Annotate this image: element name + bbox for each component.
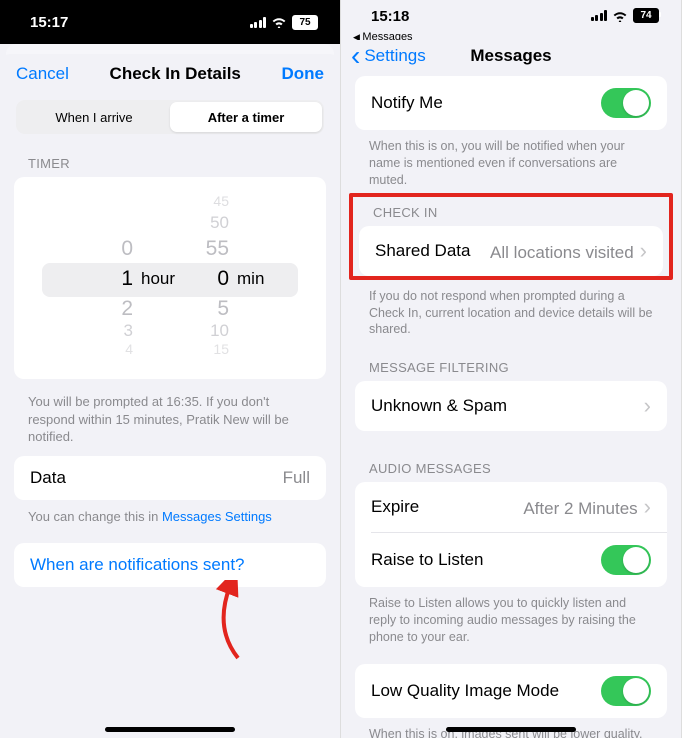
home-indicator (446, 727, 576, 732)
notify-me-toggle[interactable] (601, 88, 651, 118)
low-quality-row[interactable]: Low Quality Image Mode (355, 664, 667, 718)
content: Notify Me When this is on, you will be n… (341, 76, 681, 738)
battery-icon: 74 (633, 8, 659, 23)
low-quality-toggle[interactable] (601, 676, 651, 706)
left-phone: 15:17 75 Cancel Check In Details Done Wh… (0, 0, 341, 738)
checkin-footer: If you do not respond when prompted duri… (341, 280, 681, 343)
timer-header: TIMER (0, 134, 340, 177)
data-value: Full (283, 468, 310, 488)
timer-picker[interactable]: 45 50 055 1hour0min 25 310 415 (14, 177, 326, 379)
data-card: Data Full (14, 456, 326, 500)
shared-data-row[interactable]: Shared Data All locations visited (359, 226, 663, 276)
wifi-icon (612, 10, 628, 22)
mode-segmented[interactable]: When I arrive After a timer (16, 100, 324, 134)
notify-card: Notify Me (355, 76, 667, 130)
cellular-icon (591, 10, 608, 21)
checkin-header: CHECK IN (353, 197, 669, 226)
wifi-icon (271, 16, 287, 28)
audio-header: AUDIO MESSAGES (341, 431, 681, 482)
expire-row[interactable]: Expire After 2 Minutes (355, 482, 667, 532)
checkin-sheet: Cancel Check In Details Done When I arri… (0, 54, 340, 738)
unknown-spam-row[interactable]: Unknown & Spam (355, 381, 667, 431)
home-indicator (105, 727, 235, 732)
notify-me-row[interactable]: Notify Me (355, 76, 667, 130)
nav-title: Messages (470, 46, 551, 66)
cancel-button[interactable]: Cancel (16, 64, 69, 84)
notifications-info-link[interactable]: When are notifications sent? (14, 543, 326, 587)
battery-icon: 75 (292, 15, 318, 30)
nav-bar: Settings Messages (341, 40, 681, 76)
seg-after-timer[interactable]: After a timer (170, 102, 322, 132)
notif-card: When are notifications sent? (14, 543, 326, 587)
nav-title: Check In Details (110, 64, 241, 84)
status-icons: 74 (591, 8, 660, 23)
filtering-header: MESSAGE FILTERING (341, 342, 681, 381)
checkin-highlight: CHECK IN Shared Data All locations visit… (349, 193, 673, 280)
timer-footer-text: You will be prompted at 16:35. If you do… (0, 379, 340, 456)
right-phone: 15:18 74 Messages Settings Messages Noti… (341, 0, 682, 738)
notify-footer: When this is on, you will be notified wh… (341, 130, 681, 193)
back-button[interactable]: Settings (351, 46, 426, 66)
done-button[interactable]: Done (282, 64, 325, 84)
raise-toggle[interactable] (601, 545, 651, 575)
status-icons: 75 (250, 15, 319, 30)
data-footer: You can change this in Messages Settings (0, 500, 340, 536)
status-time: 15:17 (30, 14, 68, 31)
data-row[interactable]: Data Full (14, 456, 326, 500)
seg-when-arrive[interactable]: When I arrive (18, 102, 170, 132)
cellular-icon (250, 17, 267, 28)
annotation-arrow-icon (196, 580, 266, 664)
status-bar: 15:17 75 (0, 0, 340, 44)
data-label: Data (30, 468, 66, 488)
messages-settings-link[interactable]: Messages Settings (162, 509, 272, 524)
status-time: 15:18 (371, 8, 409, 25)
raise-to-listen-row[interactable]: Raise to Listen (355, 533, 667, 587)
nav-bar: Cancel Check In Details Done (0, 54, 340, 94)
audio-footer: Raise to Listen allows you to quickly li… (341, 587, 681, 650)
